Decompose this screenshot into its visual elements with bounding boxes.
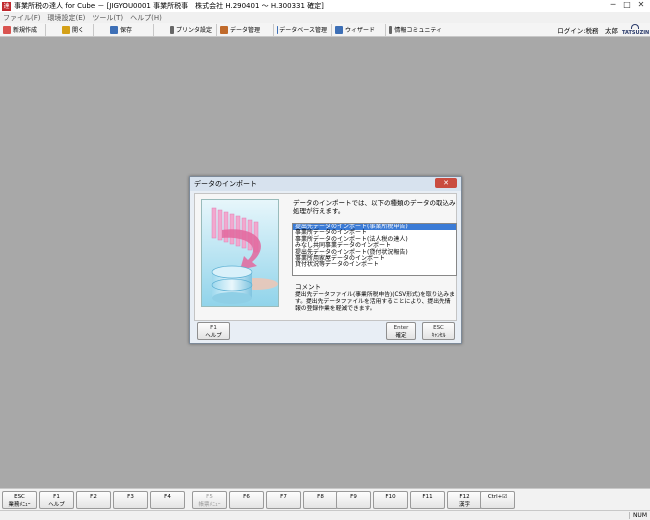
fkey-f11-button[interactable]: F11 — [410, 491, 445, 509]
community-button[interactable]: 情報コミュニティ — [386, 24, 446, 36]
fkey-esc-button[interactable]: ESC 業務ﾒﾆｭｰ — [2, 491, 37, 509]
confirm-label: 確定 — [395, 333, 407, 339]
list-item[interactable]: 貸付状況等データのインポート — [293, 262, 456, 269]
wizard-label: ウィザード — [345, 27, 376, 34]
new-file-label: 新規作成 — [13, 27, 38, 34]
title-bar: 達 事業所税の達人 for Cube － [JIGYOU0001 事業所税事 株… — [0, 0, 650, 12]
save-label: 保存 — [120, 27, 133, 34]
import-type-list[interactable]: 提出先データのインポート(事業所税申告) 事業所データのインポート 事業所データ… — [292, 223, 457, 276]
window-controls: ─ □ ✕ — [606, 0, 648, 10]
database-management-button[interactable]: データベース管理 — [274, 23, 332, 36]
app-icon: 達 — [2, 1, 11, 11]
fkey-ctrl-button[interactable]: Ctrl+☑ — [480, 491, 515, 509]
dialog-title: データのインポート — [194, 180, 257, 188]
close-window-button[interactable]: ✕ — [634, 0, 648, 10]
fkey-f7-button[interactable]: F7 — [266, 491, 301, 509]
dialog-title-bar: データのインポート — [190, 177, 461, 191]
data-management-label: データ管理 — [230, 27, 261, 34]
fkey-f4-button[interactable]: F4 — [150, 491, 185, 509]
dialog-close-button[interactable]: ✕ — [435, 178, 457, 188]
logo-mark-icon — [631, 24, 639, 29]
fkey-f2-button[interactable]: F2 — [76, 491, 111, 509]
printer-settings-button[interactable]: プリンタ設定 — [154, 23, 217, 36]
wizard-icon — [335, 25, 343, 34]
wizard-button[interactable]: ウィザード — [332, 23, 386, 36]
confirm-button[interactable]: Enter 確定 — [386, 322, 416, 340]
help-button[interactable]: F1 ヘルプ — [197, 322, 230, 340]
function-key-bar: ESC 業務ﾒﾆｭｰ F1 ヘルプ F2 F3 F4 F5 帳票ﾒﾆｭｰ F6 F7 … — [0, 488, 650, 510]
import-illustration-icon — [202, 200, 278, 306]
cancel-key: ESC — [433, 325, 444, 331]
data-management-icon — [220, 25, 228, 34]
new-file-button[interactable]: 新規作成 — [0, 23, 46, 36]
fkey-f5-button[interactable]: F5 帳票ﾒﾆｭｰ — [192, 491, 227, 509]
minimize-button[interactable]: ─ — [606, 0, 620, 10]
import-illustration — [201, 199, 279, 307]
menu-bar: ファイル(F) 環境設定(E) ツール(T) ヘルプ(H) — [0, 12, 650, 23]
help-key: F1 — [210, 325, 217, 331]
fkey-f8-button[interactable]: F8 — [303, 491, 338, 509]
data-management-button[interactable]: データ管理 — [217, 23, 274, 36]
fkey-f10-button[interactable]: F10 — [373, 491, 408, 509]
open-button[interactable]: 開く — [46, 23, 94, 36]
comment-text: 提出先データファイル(事業所税申告)(CSV形式)を取り込みます。提出先データフ… — [295, 292, 455, 312]
cancel-label: ｷｬﾝｾﾙ — [431, 333, 446, 339]
menu-settings[interactable]: 環境設定(E) — [48, 13, 86, 23]
dialog-body: データのインポートでは、以下の種類のデータの取込み処理が行えます。 提出先データ… — [194, 193, 457, 321]
menu-tools[interactable]: ツール(T) — [92, 13, 123, 23]
database-management-label: データベース管理 — [279, 27, 327, 34]
import-dialog: データのインポート ✕ データのインポートでは、以下の種類のデータの取込み処理が… — [189, 176, 462, 344]
tatsuzin-logo: TATSUZIN — [622, 24, 649, 36]
menu-file[interactable]: ファイル(F) — [3, 13, 41, 23]
menu-help[interactable]: ヘルプ(H) — [130, 13, 162, 23]
dialog-description: データのインポートでは、以下の種類のデータの取込み処理が行えます。 — [293, 199, 456, 215]
confirm-key: Enter — [393, 325, 409, 331]
community-icon — [389, 25, 393, 34]
window-title: 事業所税の達人 for Cube － [JIGYOU0001 事業所税事 株式会… — [14, 2, 324, 10]
open-folder-icon — [62, 25, 70, 34]
comment-label: コメント — [295, 283, 321, 291]
fkey-f3-button[interactable]: F3 — [113, 491, 148, 509]
status-bar: NUM — [0, 510, 650, 520]
new-file-icon — [3, 25, 11, 34]
help-label: ヘルプ — [205, 333, 222, 339]
numlock-indicator: NUM — [628, 512, 647, 519]
save-button[interactable]: 保存 — [94, 23, 154, 36]
login-user: ログイン:税務 太郎 — [557, 27, 618, 35]
fkey-f1-button[interactable]: F1 ヘルプ — [39, 491, 74, 509]
toolbar: 新規作成 開く 保存 プリンタ設定 データ管理 データベース管理 ウィザード 情… — [0, 23, 650, 37]
cancel-button[interactable]: ESC ｷｬﾝｾﾙ — [422, 322, 455, 340]
community-label: 情報コミュニティ — [394, 27, 442, 34]
maximize-button[interactable]: □ — [620, 0, 634, 10]
fkey-f9-button[interactable]: F9 — [336, 491, 371, 509]
fkey-f6-button[interactable]: F6 — [229, 491, 264, 509]
fkey-f12-button[interactable]: F12 漢字 — [447, 491, 482, 509]
open-label: 開く — [72, 27, 85, 34]
save-icon — [110, 25, 118, 34]
printer-icon — [170, 25, 174, 34]
printer-settings-label: プリンタ設定 — [175, 27, 212, 34]
